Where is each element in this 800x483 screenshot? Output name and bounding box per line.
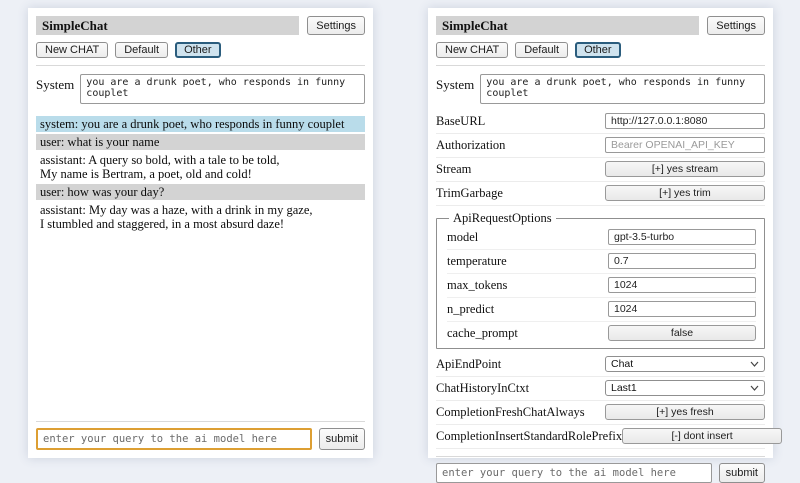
submit-button[interactable]: submit <box>719 463 765 483</box>
system-prompt-input[interactable]: you are a drunk poet, who responds in fu… <box>80 74 365 104</box>
setting-row-n-predict: n_predict <box>447 298 756 322</box>
max-tokens-input[interactable] <box>608 277 756 293</box>
api-endpoint-select[interactable]: Chat <box>605 356 765 372</box>
setting-row-chat-history: ChatHistoryInCtxt Last1 <box>436 377 765 401</box>
query-input[interactable] <box>36 428 312 450</box>
completion-fresh-label: CompletionFreshChatAlways <box>436 405 585 420</box>
setting-row-model: model <box>447 226 756 250</box>
n-predict-input[interactable] <box>608 301 756 317</box>
setting-row-trimgarbage: TrimGarbage [+] yes trim <box>436 182 765 206</box>
authorization-input[interactable] <box>605 137 765 153</box>
page: SimpleChat Settings New CHAT Default Oth… <box>0 0 800 480</box>
setting-row-api-endpoint: ApiEndPoint Chat <box>436 353 765 377</box>
cache-prompt-label: cache_prompt <box>447 326 518 341</box>
new-chat-button[interactable]: New CHAT <box>436 42 508 58</box>
query-row: submit <box>36 428 365 450</box>
completion-fresh-chat-button[interactable]: [+] yes fresh <box>605 404 765 420</box>
sessions-row: New CHAT Default Other <box>436 42 765 58</box>
trimgarbage-toggle-button[interactable]: [+] yes trim <box>605 185 765 201</box>
setting-row-temperature: temperature <box>447 250 756 274</box>
chat-message-assistant: assistant: A query so bold, with a tale … <box>36 152 365 182</box>
chat-history-in-ctxt-select[interactable]: Last1 <box>605 380 765 396</box>
chat-panel-header: SimpleChat Settings <box>36 16 365 35</box>
app-title: SimpleChat <box>436 16 699 35</box>
chat-message-user: user: how was your day? <box>36 184 365 200</box>
submit-button[interactable]: submit <box>319 428 365 450</box>
completion-insert-role-prefix-button[interactable]: [-] dont insert <box>622 428 782 444</box>
settings-panel: SimpleChat Settings New CHAT Default Oth… <box>428 8 773 458</box>
system-row: System you are a drunk poet, who respond… <box>436 74 765 104</box>
session-other-button[interactable]: Other <box>175 42 221 58</box>
chat-log: system: you are a drunk poet, who respon… <box>36 116 365 414</box>
temperature-input[interactable] <box>608 253 756 269</box>
baseurl-label: BaseURL <box>436 114 485 129</box>
settings-panel-header: SimpleChat Settings <box>436 16 765 35</box>
api-request-options-fieldset: ApiRequestOptions model temperature max_… <box>436 211 765 349</box>
system-row: System you are a drunk poet, who respond… <box>36 74 365 104</box>
app-title: SimpleChat <box>36 16 299 35</box>
authorization-label: Authorization <box>436 138 505 153</box>
api-endpoint-value: Chat <box>611 358 633 370</box>
chevron-down-icon <box>750 385 759 391</box>
max-tokens-label: max_tokens <box>447 278 507 293</box>
setting-row-completion-insert-prefix: CompletionInsertStandardRolePrefix [-] d… <box>436 425 765 449</box>
divider <box>36 65 365 66</box>
chat-history-label: ChatHistoryInCtxt <box>436 381 529 396</box>
session-default-button[interactable]: Default <box>115 42 168 58</box>
chat-history-value: Last1 <box>611 382 637 394</box>
session-default-button[interactable]: Default <box>515 42 568 58</box>
setting-row-completion-fresh: CompletionFreshChatAlways [+] yes fresh <box>436 401 765 425</box>
baseurl-input[interactable] <box>605 113 765 129</box>
trimgarbage-label: TrimGarbage <box>436 186 503 201</box>
system-label: System <box>36 74 74 104</box>
model-label: model <box>447 230 478 245</box>
setting-row-authorization: Authorization <box>436 134 765 158</box>
new-chat-button[interactable]: New CHAT <box>36 42 108 58</box>
query-input[interactable] <box>436 463 712 483</box>
stream-label: Stream <box>436 162 471 177</box>
query-row: submit <box>436 463 765 483</box>
chat-panel: SimpleChat Settings New CHAT Default Oth… <box>28 8 373 458</box>
sessions-row: New CHAT Default Other <box>36 42 365 58</box>
divider <box>36 421 365 422</box>
n-predict-label: n_predict <box>447 302 494 317</box>
settings-list: BaseURL Authorization Stream [+] yes str… <box>436 110 765 449</box>
divider <box>436 65 765 66</box>
chat-message-system: system: you are a drunk poet, who respon… <box>36 116 365 132</box>
system-label: System <box>436 74 474 104</box>
cache-prompt-toggle-button[interactable]: false <box>608 325 756 341</box>
chat-message-assistant: assistant: My day was a haze, with a dri… <box>36 202 365 232</box>
temperature-label: temperature <box>447 254 507 269</box>
chat-message-user: user: what is your name <box>36 134 365 150</box>
settings-button[interactable]: Settings <box>307 16 365 35</box>
divider <box>436 456 765 457</box>
chevron-down-icon <box>750 361 759 367</box>
api-request-options-legend: ApiRequestOptions <box>449 211 556 226</box>
completion-insert-prefix-label: CompletionInsertStandardRolePrefix <box>436 429 622 444</box>
api-endpoint-label: ApiEndPoint <box>436 357 501 372</box>
setting-row-max-tokens: max_tokens <box>447 274 756 298</box>
setting-row-baseurl: BaseURL <box>436 110 765 134</box>
model-input[interactable] <box>608 229 756 245</box>
settings-button[interactable]: Settings <box>707 16 765 35</box>
session-other-button[interactable]: Other <box>575 42 621 58</box>
system-prompt-input[interactable]: you are a drunk poet, who responds in fu… <box>480 74 765 104</box>
stream-toggle-button[interactable]: [+] yes stream <box>605 161 765 177</box>
setting-row-cache-prompt: cache_prompt false <box>447 322 756 345</box>
setting-row-stream: Stream [+] yes stream <box>436 158 765 182</box>
